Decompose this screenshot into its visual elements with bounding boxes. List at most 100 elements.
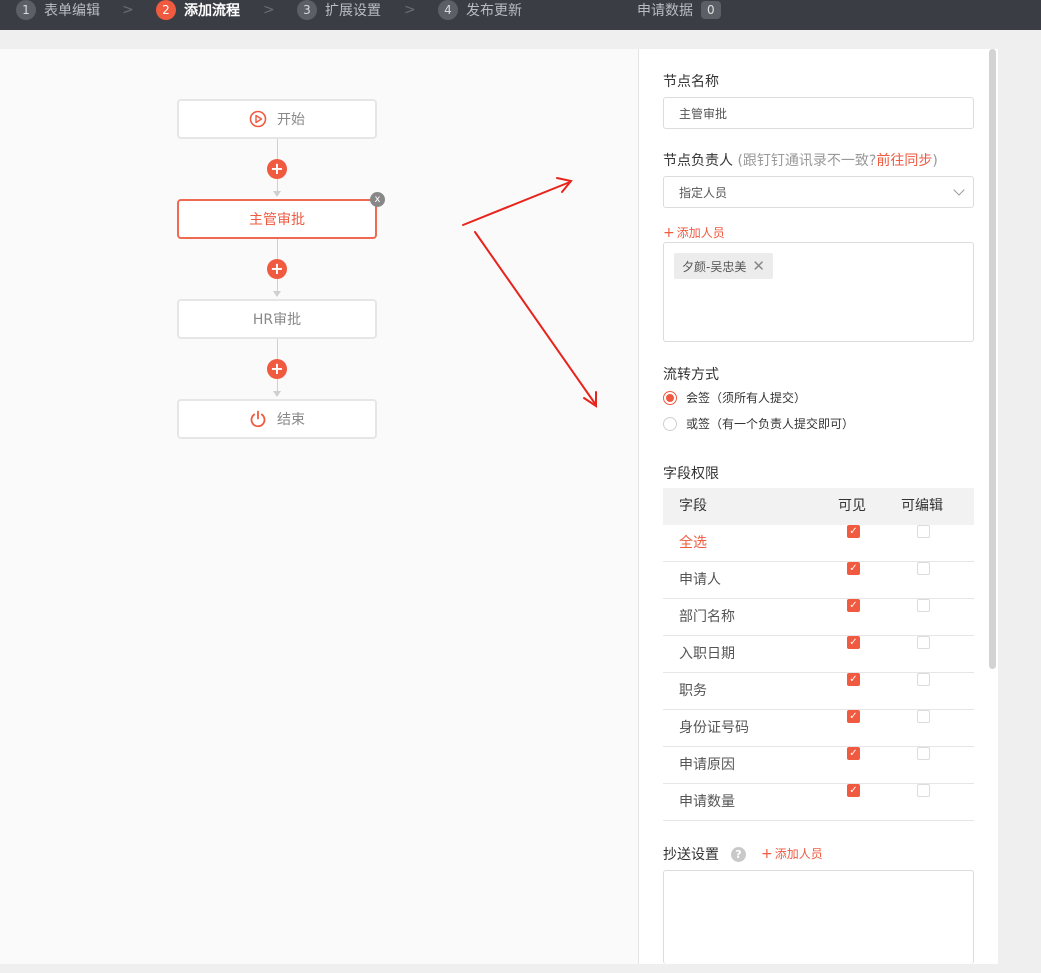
connector-line [277, 139, 278, 161]
chevron-right-icon: > [122, 2, 134, 18]
step-number: 3 [297, 0, 317, 20]
permission-table-header: 字段 可见 可编辑 [663, 488, 974, 525]
step-form-edit[interactable]: 1 表单编辑 [16, 0, 100, 20]
connector-line [277, 239, 278, 261]
node-name-label: 节点名称 [663, 74, 719, 90]
editable-checkbox[interactable] [917, 784, 930, 797]
field-name: 部门名称 [679, 609, 735, 625]
owner-label-text: 节点负责人 [663, 153, 733, 169]
node-label: 开始 [277, 112, 305, 128]
add-person-link[interactable]: + 添加人员 [663, 224, 725, 241]
power-icon [250, 410, 266, 428]
owner-type-value: 指定人员 [679, 185, 728, 200]
field-permission-label: 字段权限 [663, 466, 719, 482]
flow-canvas [0, 49, 639, 964]
cc-settings-row: 抄送设置 ? [663, 844, 746, 864]
step-extend-settings[interactable]: 3 扩展设置 [297, 0, 381, 20]
step-number: 4 [438, 0, 458, 20]
add-node-button[interactable]: + [267, 159, 287, 179]
col-editable: 可编辑 [901, 498, 943, 514]
table-row: 申请原因 ✓ [663, 747, 974, 784]
add-node-button[interactable]: + [267, 259, 287, 279]
editable-checkbox[interactable] [917, 747, 930, 760]
table-row: 申请数量 ✓ [663, 784, 974, 821]
field-name: 职务 [679, 683, 707, 699]
node-name-input[interactable]: 主管审批 [663, 97, 974, 129]
visible-checkbox[interactable]: ✓ [847, 747, 860, 760]
visible-checkbox[interactable]: ✓ [847, 525, 860, 538]
chevron-right-icon: > [404, 2, 416, 18]
radio-button[interactable] [663, 416, 677, 431]
table-row: 入职日期 ✓ [663, 636, 974, 673]
editable-checkbox[interactable] [917, 562, 930, 575]
step-number: 2 [156, 0, 176, 20]
node-label: HR审批 [252, 312, 302, 328]
editable-checkbox[interactable] [917, 636, 930, 649]
apply-data-count: 0 [701, 1, 721, 19]
chevron-down-icon [953, 184, 965, 196]
visible-checkbox[interactable]: ✓ [847, 636, 860, 649]
owner-type-select[interactable]: 指定人员 [663, 176, 974, 208]
flow-mode-label: 流转方式 [663, 367, 719, 383]
visible-checkbox[interactable]: ✓ [847, 710, 860, 723]
connector-arrow-icon [273, 391, 281, 397]
step-label: 扩展设置 [325, 3, 381, 19]
flow-node-end[interactable]: 结束 [177, 399, 377, 439]
field-name[interactable]: 全选 [679, 525, 707, 562]
radio-all-sign[interactable]: 会签（须所有人提交） [663, 389, 806, 406]
plus-icon: + [761, 846, 773, 862]
visible-checkbox[interactable]: ✓ [847, 599, 860, 612]
col-field: 字段 [679, 498, 707, 514]
field-name: 入职日期 [679, 646, 735, 662]
table-row: 部门名称 ✓ [663, 599, 974, 636]
flow-node-manager[interactable]: 主管审批 x [177, 192, 385, 239]
visible-checkbox[interactable]: ✓ [847, 673, 860, 686]
visible-checkbox[interactable]: ✓ [847, 784, 860, 797]
editable-checkbox[interactable] [917, 710, 930, 723]
radio-label: 会签（须所有人提交） [686, 391, 807, 405]
step-label: 发布更新 [466, 3, 522, 19]
step-label: 添加流程 [184, 3, 240, 19]
owner-hint-end: ) [932, 153, 938, 169]
step-label: 表单编辑 [44, 3, 100, 19]
node-name-value: 主管审批 [679, 106, 728, 121]
table-row: 全选 ✓ [663, 525, 974, 562]
play-circle-icon [249, 110, 267, 128]
table-row: 身份证号码 ✓ [663, 710, 974, 747]
connector-arrow-icon [273, 191, 281, 197]
person-tag: 夕颜-吴忠美 ✕ [674, 253, 773, 279]
cc-person-box[interactable] [663, 870, 974, 964]
radio-button[interactable] [663, 390, 677, 405]
help-icon[interactable]: ? [731, 846, 746, 862]
field-name: 申请数量 [679, 794, 735, 810]
radio-label: 或签（有一个负责人提交即可） [686, 417, 855, 431]
editable-checkbox[interactable] [917, 525, 930, 538]
step-add-flow[interactable]: 2 添加流程 [156, 0, 240, 20]
radio-any-sign[interactable]: 或签（有一个负责人提交即可） [663, 415, 854, 432]
table-row: 职务 ✓ [663, 673, 974, 710]
cc-add-person-label: 添加人员 [774, 847, 823, 861]
flow-node-hr[interactable]: HR审批 [177, 299, 377, 339]
panel-scrollbar[interactable] [989, 49, 996, 669]
add-person-label: 添加人员 [676, 226, 725, 240]
step-publish[interactable]: 4 发布更新 [438, 0, 522, 20]
connector-line [277, 339, 278, 361]
table-row: 申请人 ✓ [663, 562, 974, 599]
owner-hint: (跟钉钉通讯录不一致? [737, 153, 877, 169]
cc-add-person-link[interactable]: + 添加人员 [761, 845, 823, 862]
close-icon[interactable]: x [370, 192, 385, 207]
remove-tag-icon[interactable]: ✕ [752, 257, 765, 275]
editable-checkbox[interactable] [917, 599, 930, 612]
visible-checkbox[interactable]: ✓ [847, 562, 860, 575]
field-name: 身份证号码 [679, 720, 749, 736]
add-node-button[interactable]: + [267, 359, 287, 379]
flow-node-start[interactable]: 开始 [177, 99, 377, 139]
cc-settings-label: 抄送设置 [663, 847, 719, 863]
node-label: 主管审批 [249, 212, 305, 228]
editable-checkbox[interactable] [917, 673, 930, 686]
apply-data-link[interactable]: 申请数据 0 [637, 0, 721, 20]
chevron-right-icon: > [263, 2, 275, 18]
sync-link[interactable]: 前往同步 [876, 153, 932, 169]
field-name: 申请人 [679, 572, 721, 588]
plus-icon: + [663, 225, 675, 241]
